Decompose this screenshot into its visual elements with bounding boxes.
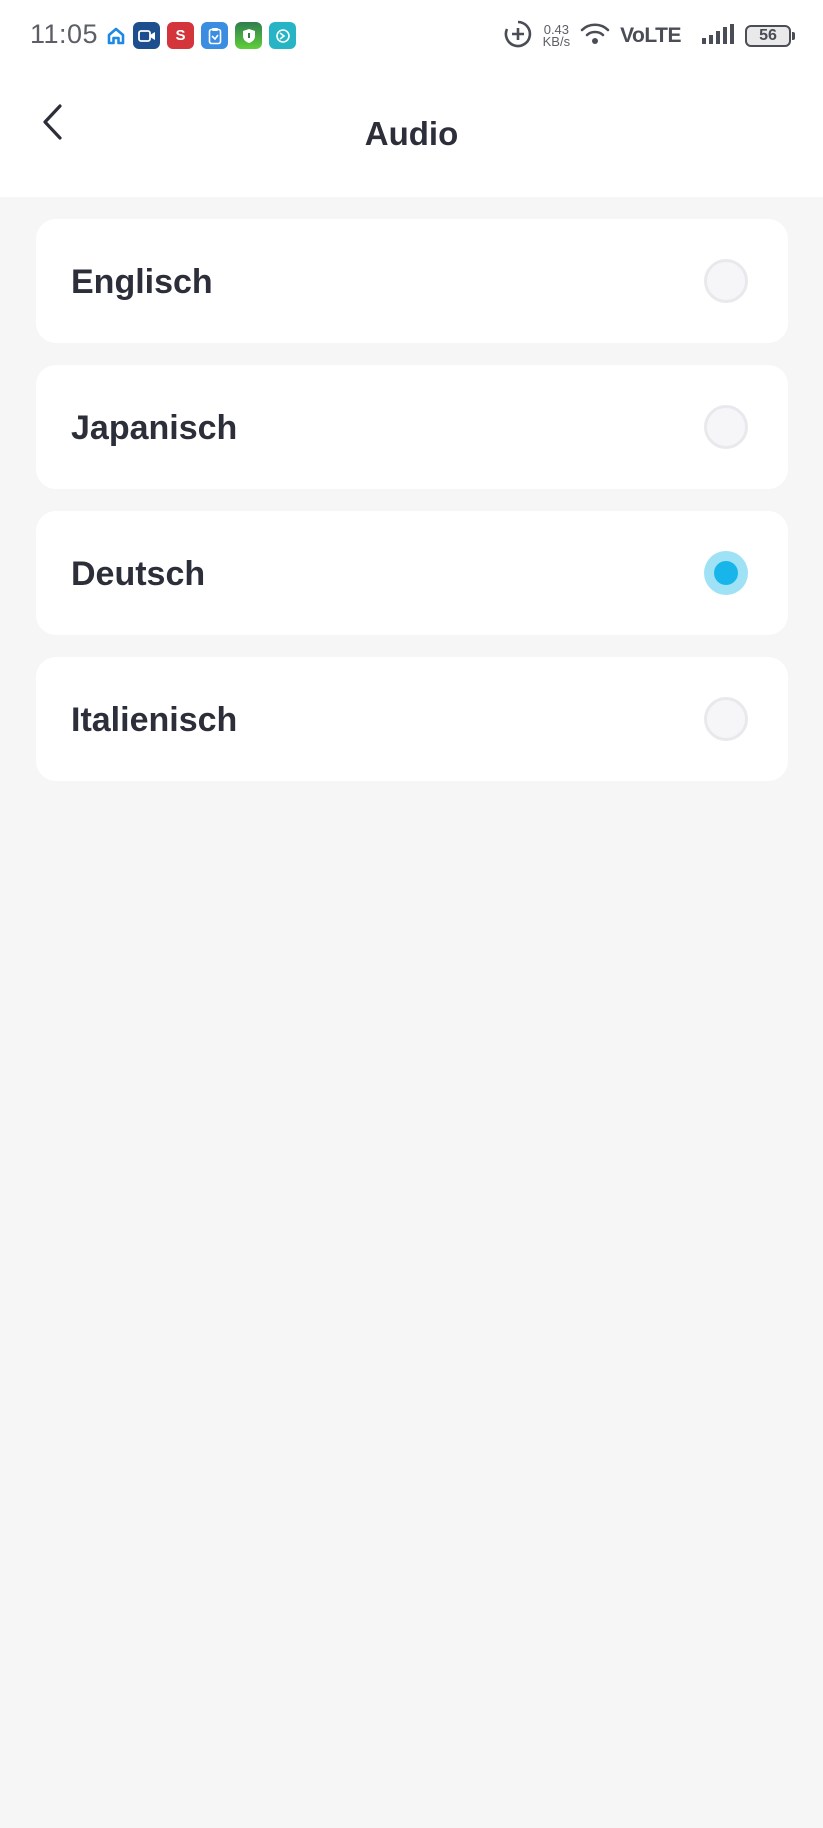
option-label: Deutsch	[71, 555, 206, 593]
swirl-app-icon	[269, 22, 296, 49]
battery-indicator: 56	[745, 25, 795, 47]
option-label: Englisch	[71, 263, 213, 301]
option-englisch[interactable]: Englisch	[36, 219, 788, 343]
video-app-icon	[133, 22, 160, 49]
s-app-icon: S	[167, 22, 194, 49]
wifi-icon	[580, 22, 610, 51]
volte-label: VoLTE	[620, 24, 681, 47]
status-bar: 11:05 S 0.43 KB/s VoLTE 56	[0, 0, 823, 72]
option-italienisch[interactable]: Italienisch	[36, 657, 788, 781]
network-speed-unit: KB/s	[542, 34, 571, 49]
radio-button[interactable]	[704, 259, 748, 303]
radio-button[interactable]	[704, 697, 748, 741]
radio-button-selected[interactable]	[704, 551, 748, 595]
option-label: Italienisch	[71, 701, 238, 739]
option-label: Japanisch	[71, 409, 238, 447]
page-title: Audio	[364, 115, 459, 152]
page-header: Audio	[0, 72, 823, 197]
option-deutsch[interactable]: Deutsch	[36, 511, 788, 635]
signal-strength-icon	[701, 23, 735, 50]
clipboard-app-icon	[201, 22, 228, 49]
audio-language-options: Englisch Japanisch Deutsch Italienisch	[36, 219, 788, 803]
battery-level: 56	[759, 27, 777, 44]
radio-button[interactable]	[704, 405, 748, 449]
network-speed: 0.43 KB/s	[542, 23, 571, 49]
shield-app-icon	[235, 22, 262, 49]
status-time: 11:05	[30, 19, 99, 49]
notification-app-icons: S	[106, 22, 296, 49]
option-japanisch[interactable]: Japanisch	[36, 365, 788, 489]
home-app-icon	[106, 22, 126, 49]
data-saver-icon	[503, 19, 533, 54]
status-indicators: 0.43 KB/s VoLTE 56	[503, 18, 795, 54]
